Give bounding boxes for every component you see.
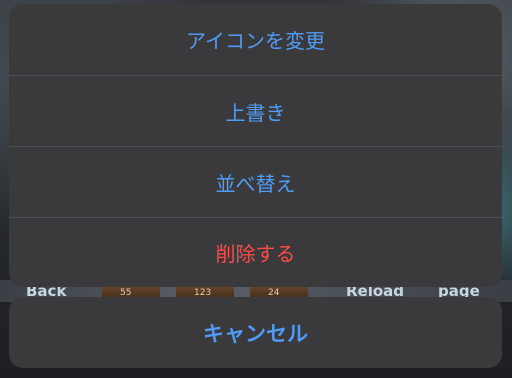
overwrite-button[interactable]: 上書き [9, 75, 502, 146]
delete-button[interactable]: 削除する [9, 217, 502, 287]
reorder-button[interactable]: 並べ替え [9, 146, 502, 217]
change-icon-button[interactable]: アイコンを変更 [9, 4, 502, 75]
action-sheet: アイコンを変更 上書き 並べ替え 削除する [9, 4, 502, 287]
cancel-button[interactable]: キャンセル [9, 297, 502, 368]
